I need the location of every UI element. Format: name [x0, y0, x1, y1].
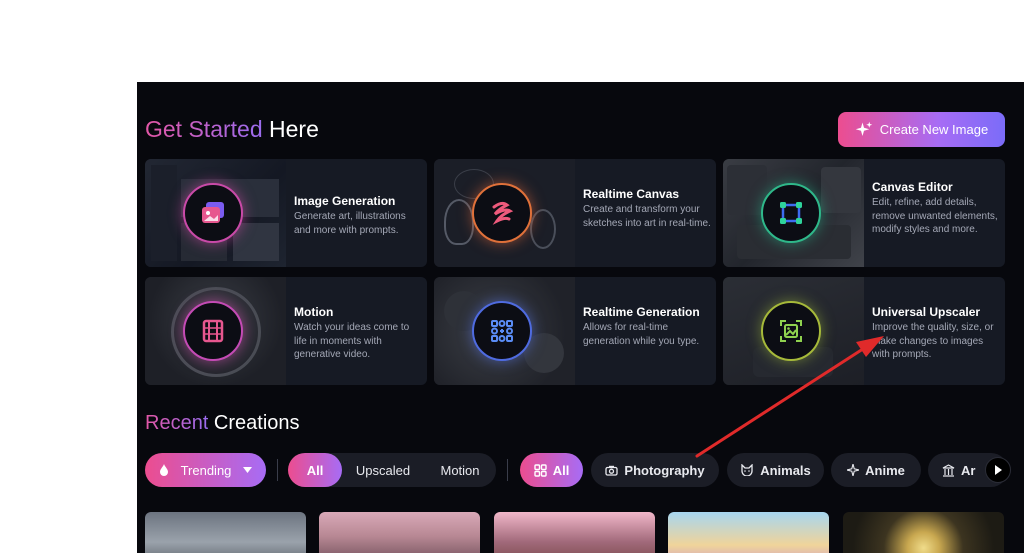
category-all[interactable]: All — [520, 453, 583, 487]
images-icon — [183, 183, 243, 243]
brush-stroke-icon — [472, 183, 532, 243]
card-realtime-generation[interactable]: Realtime Generation Allows for real-time… — [434, 277, 716, 385]
app-window: Get Started Here Create New Image Image … — [137, 82, 1024, 553]
recent-creations-title: Recent Creations — [145, 412, 300, 435]
card-title: Universal Upscaler — [872, 305, 981, 319]
creation-tile[interactable] — [494, 512, 655, 553]
create-new-image-button[interactable]: Create New Image — [838, 112, 1005, 147]
card-description: Edit, refine, add details, remove unwant… — [872, 197, 998, 235]
card-description: Allows for real-time generation while yo… — [583, 322, 700, 347]
recent-title-accent: Recent — [145, 412, 209, 434]
filter-bar: Trending All Upscaled Motion All Photogr… — [145, 453, 1024, 487]
category-label: Anime — [865, 462, 905, 478]
category-label: All — [552, 462, 570, 478]
category-photography[interactable]: Photography — [591, 453, 719, 487]
category-anime[interactable]: Anime — [831, 453, 921, 487]
flame-icon — [159, 464, 168, 476]
trending-dropdown[interactable]: Trending — [145, 453, 266, 487]
grid-dots-icon — [472, 301, 532, 361]
card-canvas-editor[interactable]: Canvas Editor Edit, refine, add details,… — [723, 159, 1005, 267]
trending-label: Trending — [180, 462, 232, 478]
type-option-all[interactable]: All — [288, 453, 342, 487]
type-option-label: Upscaled — [355, 462, 411, 478]
category-label: Ar — [961, 462, 976, 478]
card-title: Motion — [294, 305, 334, 319]
card-description: Create and transform your sketches into … — [583, 204, 711, 229]
camera-icon — [605, 465, 619, 476]
vector-square-icon — [761, 183, 821, 243]
film-icon — [183, 301, 243, 361]
card-motion[interactable]: Motion Watch your ideas come to life in … — [145, 277, 427, 385]
create-new-image-label: Create New Image — [879, 122, 989, 137]
creation-tile[interactable] — [145, 512, 306, 553]
card-title: Canvas Editor — [872, 180, 953, 194]
category-animals[interactable]: Animals — [727, 453, 824, 487]
cat-icon — [741, 464, 753, 476]
creation-tile[interactable] — [319, 512, 480, 553]
page-title: Get Started Here — [145, 116, 319, 143]
divider — [277, 459, 278, 481]
grid-icon — [533, 463, 547, 477]
card-realtime-canvas[interactable]: Realtime Canvas Create and transform you… — [434, 159, 716, 267]
upscale-image-icon — [761, 301, 821, 361]
type-option-label: All — [306, 462, 324, 478]
category-label: Animals — [760, 462, 811, 478]
card-title: Realtime Generation — [583, 305, 700, 319]
type-option-upscaled[interactable]: Upscaled — [346, 453, 420, 487]
chevron-right-icon — [995, 465, 1002, 475]
sparkle-icon — [847, 464, 860, 476]
category-label: Photography — [624, 462, 705, 478]
card-title: Image Generation — [294, 194, 396, 208]
caret-down-icon — [243, 467, 253, 473]
card-title: Realtime Canvas — [583, 187, 680, 201]
creation-tile[interactable] — [843, 512, 1004, 553]
scroll-right-button[interactable] — [985, 457, 1011, 483]
type-option-label: Motion — [440, 462, 480, 478]
card-description: Watch your ideas come to life in moments… — [294, 322, 410, 360]
recent-title-rest: Creations — [208, 412, 300, 434]
divider — [507, 459, 508, 481]
temple-icon — [942, 463, 955, 477]
card-description: Generate art, illustrations and more wit… — [294, 211, 406, 236]
creation-tile[interactable] — [668, 512, 829, 553]
card-universal-upscaler[interactable]: Universal Upscaler Improve the quality, … — [723, 277, 1005, 385]
card-description: Improve the quality, size, or make chang… — [872, 322, 994, 360]
page-title-rest: Here — [262, 116, 319, 142]
page-title-accent: Get Started — [145, 116, 263, 142]
type-option-motion[interactable]: Motion — [425, 453, 495, 487]
card-image-generation[interactable]: Image Generation Generate art, illustrat… — [145, 159, 427, 267]
sparkle-icon — [855, 121, 873, 136]
